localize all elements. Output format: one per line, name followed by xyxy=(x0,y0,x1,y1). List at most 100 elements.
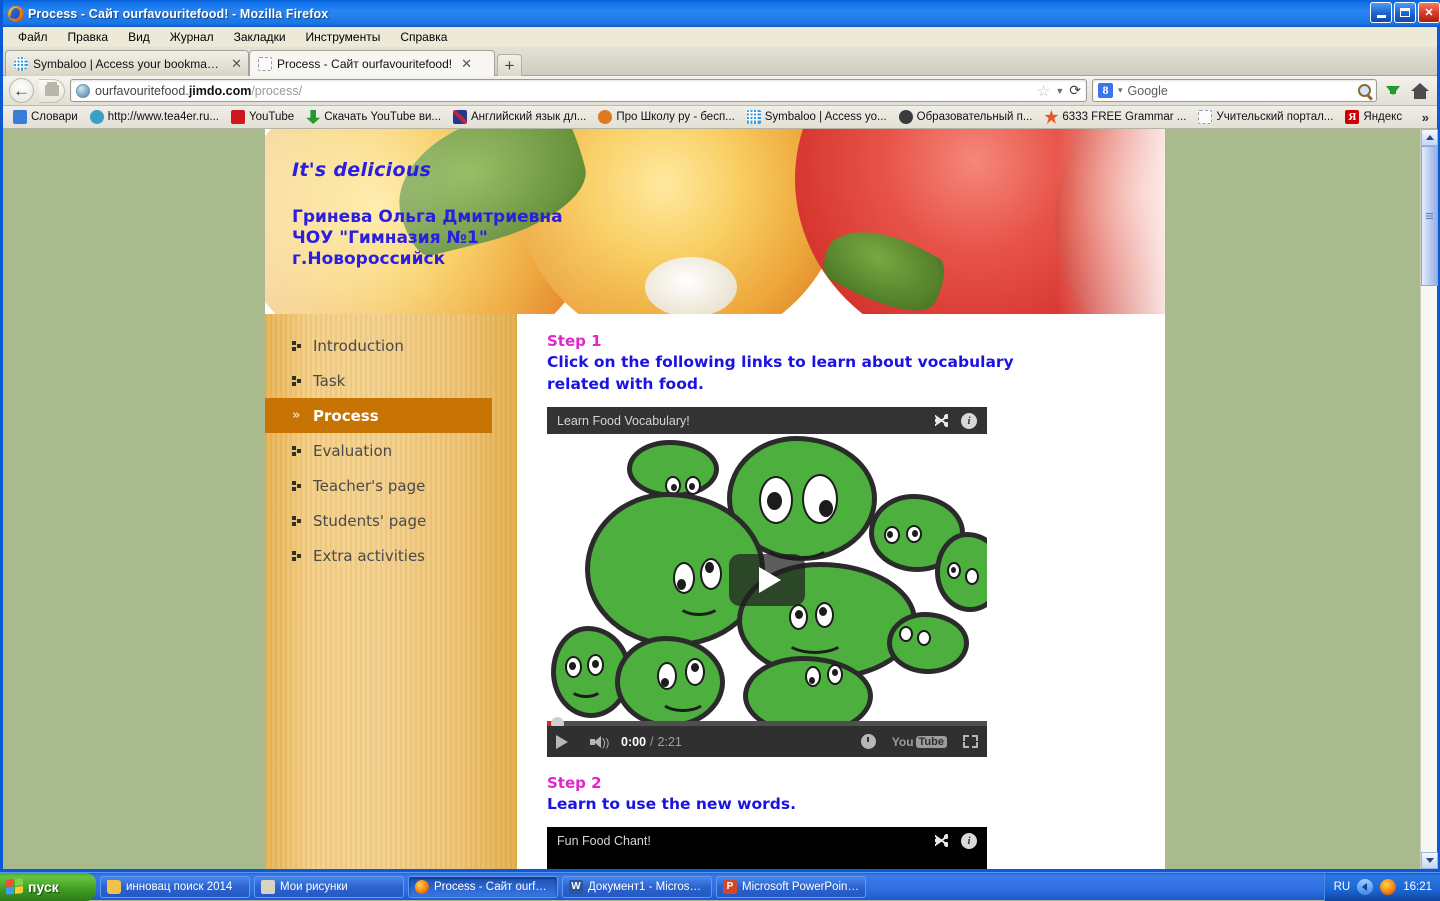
search-icon[interactable] xyxy=(1358,84,1371,97)
video2-thumbnail[interactable] xyxy=(547,854,987,869)
folder-icon xyxy=(44,82,59,96)
menu-item-view[interactable]: Вид xyxy=(119,28,159,46)
mouth xyxy=(677,592,721,616)
taskbar-item-innovac[interactable]: инновац поиск 2014 xyxy=(100,875,250,898)
show-hidden-icons-icon[interactable] xyxy=(1357,878,1374,895)
info-icon[interactable]: i xyxy=(961,412,977,429)
close-button[interactable]: ✕ xyxy=(1418,2,1440,23)
minimize-button[interactable] xyxy=(1370,2,1392,23)
bookmark-favicon-icon xyxy=(453,110,468,124)
pupil xyxy=(795,610,803,619)
share-icon[interactable] xyxy=(933,412,950,429)
share-icon[interactable] xyxy=(933,832,950,849)
pupil xyxy=(705,562,714,573)
play-button[interactable] xyxy=(729,554,805,606)
scroll-down-button[interactable] xyxy=(1421,852,1438,869)
bookmark-uchitelsky-portal[interactable]: Учительский портал... xyxy=(1192,108,1339,126)
chevron-right-icon: » xyxy=(292,408,301,423)
sidebar-navigation: Introduction Task » Process Evaluation T… xyxy=(265,314,517,869)
taskbar-item-firefox[interactable]: Process - Сайт ourfa... xyxy=(408,875,558,898)
taskbar-item-word[interactable]: W Документ1 - Microso... xyxy=(562,875,712,898)
video-player-2[interactable]: Fun Food Chant! i xyxy=(547,827,987,869)
back-button[interactable]: ← xyxy=(9,78,34,103)
address-bar[interactable]: ourfavouritefood.jimdo.com/process/ ☆ ▼ … xyxy=(70,79,1087,102)
bookmark-favicon-icon xyxy=(1044,110,1059,124)
pupil xyxy=(832,669,838,676)
youtube-logo-icon[interactable]: You Tube xyxy=(892,735,947,749)
tab-close-icon[interactable]: ✕ xyxy=(461,56,472,72)
sidebar-item-students-page[interactable]: Students' page xyxy=(265,503,517,538)
tab-close-icon[interactable]: ✕ xyxy=(231,56,242,72)
bookmark-tea4er[interactable]: http://www.tea4er.ru... xyxy=(84,108,225,126)
bookmark-download-youtube[interactable]: Скачать YouTube ви... xyxy=(300,108,447,126)
firefox-icon xyxy=(415,879,429,894)
info-icon[interactable]: i xyxy=(961,832,977,849)
play-icon[interactable] xyxy=(556,734,568,749)
search-input[interactable]: Google xyxy=(1128,84,1353,98)
downloads-icon[interactable] xyxy=(1382,80,1404,102)
progress-knob[interactable] xyxy=(551,717,564,726)
banner-city: г.Новороссийск xyxy=(292,249,446,269)
sidebar-item-evaluation[interactable]: Evaluation xyxy=(265,433,517,468)
menu-item-edit[interactable]: Правка xyxy=(59,28,118,46)
bookmark-proshkolu[interactable]: Про Школу ру - бесп... xyxy=(592,108,740,126)
bookmark-symbaloo[interactable]: Symbaloo | Access yo... xyxy=(741,108,893,126)
bookmark-star-icon[interactable]: ☆ xyxy=(1037,82,1050,100)
bookmark-slovari[interactable]: Словари xyxy=(7,108,84,126)
reload-icon[interactable]: ⟳ xyxy=(1069,82,1081,99)
video1-controls: )) 0:00/2:21 You Tube xyxy=(547,726,987,757)
taskbar-item-powerpoint[interactable]: P Microsoft PowerPoint ... xyxy=(716,875,866,898)
step2-description: Learn to use the new words. xyxy=(547,795,796,813)
search-box[interactable]: 8 ▾ Google xyxy=(1092,79,1377,102)
tab-symbaloo[interactable]: Symbaloo | Access your bookmarks anyw...… xyxy=(5,50,249,76)
bookmark-youtube[interactable]: YouTube xyxy=(225,108,300,126)
video1-thumbnail[interactable] xyxy=(547,434,987,726)
menu-item-tools[interactable]: Инструменты xyxy=(297,28,390,46)
menu-item-help[interactable]: Справка xyxy=(391,28,456,46)
video-player-1[interactable]: Learn Food Vocabulary! i)) 0:00 / 2:21 … xyxy=(547,407,987,757)
watch-later-icon[interactable] xyxy=(860,734,876,749)
start-button[interactable]: пуск xyxy=(0,872,96,901)
sidebar-item-teachers-page[interactable]: Teacher's page xyxy=(265,468,517,503)
sidebar-item-label: Task xyxy=(313,371,346,390)
tab-process[interactable]: Process - Сайт ourfavouritefood! ✕ xyxy=(249,50,495,76)
chevron-down-icon[interactable]: ▼ xyxy=(1055,86,1064,96)
forward-button[interactable] xyxy=(39,78,65,103)
bookmark-label: Образовательный п... xyxy=(916,111,1033,123)
sidebar-item-introduction[interactable]: Introduction xyxy=(265,328,517,363)
tray-firefox-icon[interactable] xyxy=(1380,878,1397,895)
volume-icon[interactable]: )) xyxy=(590,735,609,749)
bookmark-favicon-icon xyxy=(598,110,613,124)
home-icon[interactable] xyxy=(1409,80,1431,102)
maximize-button[interactable] xyxy=(1394,2,1416,23)
menu-item-file[interactable]: Файл xyxy=(9,28,57,46)
bookmarks-overflow-icon[interactable]: » xyxy=(1422,110,1437,125)
banner-author-name: Гринева Ольга Дмитриевна xyxy=(292,207,563,227)
language-indicator[interactable]: RU xyxy=(1334,881,1351,893)
navigation-toolbar: ← ourfavouritefood.jimdo.com/process/ ☆ … xyxy=(3,76,1437,106)
step1-description: Click on the following links to learn ab… xyxy=(547,353,1014,393)
sidebar-item-task[interactable]: Task xyxy=(265,363,517,398)
page-scrollbar[interactable] xyxy=(1420,129,1438,869)
scrollbar-thumb[interactable] xyxy=(1421,146,1438,286)
menu-bar: Файл Правка Вид Журнал Закладки Инструме… xyxy=(3,27,1437,47)
sidebar-item-extra-activities[interactable]: Extra activities xyxy=(265,538,517,573)
scroll-up-button[interactable] xyxy=(1421,129,1438,146)
new-tab-button[interactable]: + xyxy=(497,54,522,76)
clock[interactable]: 16:21 xyxy=(1403,881,1432,893)
sidebar-item-label: Teacher's page xyxy=(313,476,426,495)
sidebar-item-process[interactable]: » Process xyxy=(265,398,492,433)
bookmark-free-grammar[interactable]: 6333 FREE Grammar ... xyxy=(1038,108,1192,126)
tab-label: Process - Сайт ourfavouritefood! xyxy=(277,56,453,71)
bookmark-yandex[interactable]: Я Яндекс xyxy=(1339,108,1408,126)
menu-item-history[interactable]: Журнал xyxy=(161,28,223,46)
video1-progress-bar[interactable] xyxy=(547,717,987,726)
step2-heading: Step 2 xyxy=(547,774,602,792)
bookmark-english[interactable]: Английский язык дл... xyxy=(447,108,592,126)
search-engine-chevron-icon[interactable]: ▾ xyxy=(1118,85,1123,96)
menu-item-bookmarks[interactable]: Закладки xyxy=(225,28,295,46)
taskbar-item-my-pictures[interactable]: Мои рисунки xyxy=(254,875,404,898)
eye xyxy=(917,630,931,646)
bookmark-obrazovatelny[interactable]: Образовательный п... xyxy=(893,108,1039,126)
fullscreen-icon[interactable] xyxy=(963,735,978,748)
